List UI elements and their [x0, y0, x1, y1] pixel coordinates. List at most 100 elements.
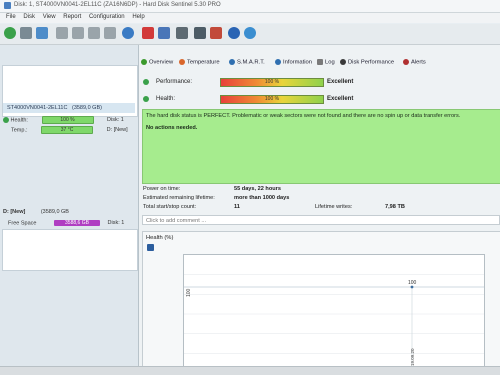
- performance-bar: 100 %: [220, 78, 324, 87]
- health-chart-title: Health (%): [146, 235, 174, 241]
- tab-overview-label: Overview: [149, 59, 174, 66]
- drive-icon-4[interactable]: [104, 27, 116, 39]
- y-axis-label: 100: [186, 288, 192, 297]
- main-panel: Overview Temperature S.M.A.R.T. Informat…: [139, 45, 500, 375]
- disk-index: Disk: 1: [107, 117, 124, 124]
- lifetime-value: more than 1000 days: [234, 195, 290, 201]
- overview-icon: [141, 59, 147, 65]
- status-bar: [0, 366, 500, 375]
- tab-information[interactable]: Information: [275, 59, 312, 66]
- sidebar: ST4000VN0041-2EL11C (3589,0 GB) Health: …: [0, 45, 139, 375]
- status-action: No actions needed.: [146, 125, 198, 131]
- disk-size: (3589,0 GB): [71, 105, 102, 111]
- status-text: The hard disk status is PERFECT. Problem…: [146, 113, 461, 119]
- drive-icon-3[interactable]: [88, 27, 100, 39]
- health-chart-panel: Health (%) 100 100 2019.09.20: [142, 231, 500, 375]
- tab-disk-performance-label: Disk Performance: [348, 59, 395, 66]
- writes-value: 7,98 TB: [385, 204, 405, 210]
- info-icon[interactable]: [244, 27, 256, 39]
- data-label: 100: [408, 280, 417, 286]
- free-space-bar: 3588,6 GB: [53, 220, 100, 226]
- refresh-icon[interactable]: [4, 27, 16, 39]
- volume-drive: D: [New]: [3, 209, 26, 215]
- globe-icon[interactable]: [122, 27, 134, 39]
- disk-name: ST4000VN0041-2EL11C: [7, 105, 68, 111]
- title-bar: Disk: 1, ST4000VN0041-2EL11C (ZA16N6DP) …: [0, 0, 500, 13]
- smart-icon: [229, 59, 235, 65]
- performance-label: Performance:: [156, 79, 193, 85]
- tab-alerts[interactable]: Alerts: [403, 59, 426, 66]
- disk-temp-label: Temp.:: [11, 127, 28, 134]
- temperature-icon: [179, 59, 185, 65]
- tab-smart-label: S.M.A.R.T.: [237, 59, 265, 66]
- volume-row[interactable]: D: [New] (3589,0 GB: [3, 209, 69, 218]
- menu-configuration[interactable]: Configuration: [89, 14, 125, 20]
- menu-view[interactable]: View: [43, 14, 56, 20]
- tab-temperature[interactable]: Temperature: [179, 59, 220, 66]
- information-icon: [275, 59, 281, 65]
- writes-label: Lifetime writes:: [315, 204, 353, 210]
- tab-bar: Overview Temperature S.M.A.R.T. Informat…: [139, 59, 500, 69]
- tab-log[interactable]: Log: [317, 59, 335, 66]
- computer-icon[interactable]: [194, 27, 206, 39]
- app-icon: [4, 2, 11, 9]
- health-chart-svg: 1001002019.09.20: [184, 274, 484, 373]
- disk-name-row[interactable]: ST4000VN0041-2EL11C (3589,0 GB): [3, 103, 135, 113]
- tab-disk-performance[interactable]: Disk Performance: [340, 59, 394, 66]
- tab-temperature-label: Temperature: [187, 59, 220, 66]
- health-data-point: [410, 285, 414, 289]
- volume-free-row: Free Space 3588,6 GB Disk: 1: [8, 220, 124, 229]
- settings-icon[interactable]: [158, 27, 170, 39]
- chart-icon[interactable]: [36, 27, 48, 39]
- tab-information-label: Information: [283, 59, 312, 66]
- health-check-icon: [143, 96, 149, 102]
- free-space-label: Free Space: [8, 220, 37, 227]
- power-on-value: 55 days, 22 hours: [234, 186, 281, 192]
- performance-check-icon: [143, 79, 149, 85]
- startstop-label: Total start/stop count:: [143, 204, 197, 210]
- health-label: Health:: [156, 96, 176, 102]
- performance-rating: Excellent: [327, 79, 354, 85]
- health-bar: 100 %: [220, 95, 324, 104]
- menu-report[interactable]: Report: [63, 14, 81, 20]
- menu-help[interactable]: Help: [132, 14, 144, 20]
- volume-disk-index: Disk: 1: [107, 220, 125, 227]
- status-box: The hard disk status is PERFECT. Problem…: [142, 109, 500, 184]
- log-icon: [317, 59, 323, 65]
- disk-icon[interactable]: [20, 27, 32, 39]
- menu-bar: File Disk View Report Configuration Help: [0, 13, 500, 23]
- power-on-label: Power on time:: [143, 186, 181, 192]
- tab-overview[interactable]: Overview: [141, 59, 173, 66]
- volume-card[interactable]: [2, 229, 138, 271]
- health-rating: Excellent: [327, 96, 354, 102]
- volume-size: (3589,0 GB: [40, 209, 69, 215]
- startstop-value: 11: [234, 204, 240, 210]
- disk-drive: D: [New]: [106, 127, 128, 134]
- report-icon[interactable]: [142, 27, 154, 39]
- app-window: Disk: 1, ST4000VN0041-2EL11C (ZA16N6DP) …: [0, 0, 500, 375]
- disk-health-bar: 100 %: [41, 116, 94, 124]
- menu-file[interactable]: File: [6, 14, 16, 20]
- save-icon[interactable]: [147, 244, 154, 251]
- help-icon[interactable]: [228, 27, 240, 39]
- tab-alerts-label: Alerts: [411, 59, 426, 66]
- alerts-icon: [403, 59, 409, 65]
- tab-smart[interactable]: S.M.A.R.T.: [229, 59, 265, 66]
- alert-icon[interactable]: [210, 27, 222, 39]
- monitor-icon[interactable]: [176, 27, 188, 39]
- disk-health-label: Health:: [10, 117, 28, 124]
- disk-health-row: Health: 100 % Disk: 1: [3, 116, 124, 125]
- performance-icon: [340, 59, 346, 65]
- menu-disk[interactable]: Disk: [23, 14, 35, 20]
- toolbar: [0, 24, 500, 45]
- check-icon: [3, 117, 9, 123]
- window-title: Disk: 1, ST4000VN0041-2EL11C (ZA16N6DP) …: [14, 2, 221, 8]
- lifetime-label: Estimated remaining lifetime:: [143, 195, 215, 201]
- drive-icon-2[interactable]: [72, 27, 84, 39]
- health-chart: 100 100 2019.09.20: [183, 254, 485, 374]
- comment-field[interactable]: Click to add comment ...: [142, 215, 500, 225]
- disk-temp-bar: 37 °C: [41, 126, 94, 134]
- disk-temp-row: Temp.: 37 °C D: [New]: [11, 126, 128, 135]
- tab-log-label: Log: [325, 59, 335, 66]
- drive-icon[interactable]: [56, 27, 68, 39]
